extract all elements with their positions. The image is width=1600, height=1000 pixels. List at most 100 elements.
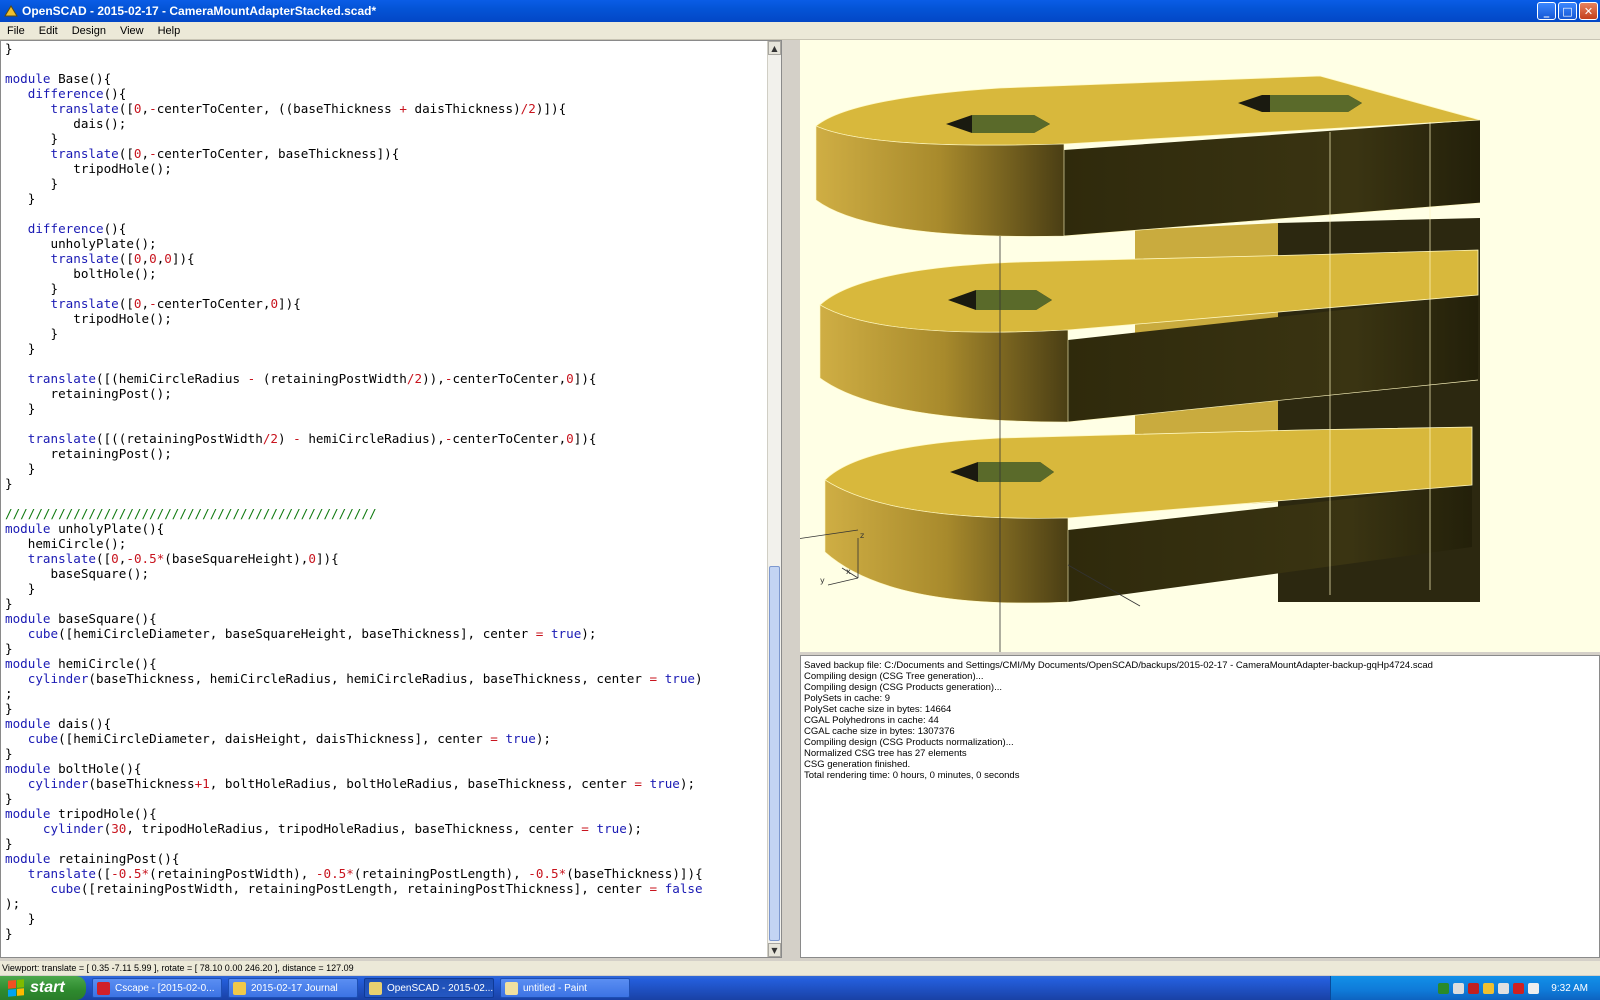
layer-top <box>815 75 1481 237</box>
taskbar-button-label: untitled - Paint <box>523 982 587 994</box>
3d-viewport[interactable]: z y x <box>800 40 1600 652</box>
axis-label-y: y <box>820 576 825 585</box>
code-line[interactable]: unholyPlate(); <box>5 236 771 251</box>
code-line[interactable]: module boltHole(){ <box>5 761 771 776</box>
menu-edit[interactable]: Edit <box>32 25 65 37</box>
code-text[interactable]: } module Base(){ difference(){ translate(… <box>5 41 771 941</box>
minimize-button[interactable]: _ <box>1537 2 1556 20</box>
console-panel[interactable]: Saved backup file: C:/Documents and Sett… <box>800 655 1600 958</box>
editor-scrollbar[interactable]: ▲ ▼ <box>767 41 781 957</box>
code-line[interactable]: module hemiCircle(){ <box>5 656 771 671</box>
axis-label-x: x <box>846 567 851 576</box>
code-line[interactable]: } <box>5 701 771 716</box>
close-icon: ✕ <box>1583 4 1594 18</box>
code-line[interactable] <box>5 491 771 506</box>
code-line[interactable]: ; <box>5 686 771 701</box>
console-line: Compiling design (CSG Tree generation)..… <box>804 671 984 682</box>
code-line[interactable]: module dais(){ <box>5 716 771 731</box>
taskbar-button[interactable]: 2015-02-17 Journal <box>228 978 358 998</box>
code-line[interactable]: translate([0,-centerToCenter,0]){ <box>5 296 771 311</box>
code-line[interactable]: } <box>5 476 771 491</box>
title-bar[interactable]: OpenSCAD - 2015-02-17 - CameraMountAdapt… <box>0 0 1600 22</box>
code-line[interactable]: cylinder(baseThickness+1, boltHoleRadius… <box>5 776 771 791</box>
volume-icon[interactable] <box>1528 982 1540 994</box>
scroll-up-arrow-icon[interactable]: ▲ <box>768 41 781 55</box>
code-line[interactable]: baseSquare(); <box>5 566 771 581</box>
code-line[interactable]: ////////////////////////////////////////… <box>5 506 771 521</box>
code-line[interactable]: module retainingPost(){ <box>5 851 771 866</box>
code-line[interactable]: tripodHole(); <box>5 311 771 326</box>
menu-view[interactable]: View <box>113 25 151 37</box>
scroll-down-arrow-icon[interactable]: ▼ <box>768 943 781 957</box>
code-line[interactable]: translate([0,-centerToCenter, ((baseThic… <box>5 101 771 116</box>
console-line: Compiling design (CSG Products normaliza… <box>804 737 1014 748</box>
code-line[interactable]: module baseSquare(){ <box>5 611 771 626</box>
code-line[interactable]: } <box>5 41 771 56</box>
code-line[interactable]: } <box>5 746 771 761</box>
code-line[interactable] <box>5 56 771 71</box>
maximize-button[interactable]: □ <box>1558 2 1577 20</box>
code-line[interactable]: translate([(hemiCircleRadius - (retainin… <box>5 371 771 386</box>
code-line[interactable]: module unholyPlate(){ <box>5 521 771 536</box>
code-line[interactable]: } <box>5 191 771 206</box>
code-line[interactable]: } <box>5 596 771 611</box>
menu-design[interactable]: Design <box>65 25 113 37</box>
pane-splitter[interactable] <box>782 40 800 958</box>
code-line[interactable]: translate([0,-0.5*(baseSquareHeight),0])… <box>5 551 771 566</box>
code-line[interactable]: hemiCircle(); <box>5 536 771 551</box>
scrollbar-thumb[interactable] <box>769 566 780 941</box>
taskbar-button[interactable]: untitled - Paint <box>500 978 630 998</box>
code-line[interactable]: } <box>5 176 771 191</box>
console-line: Compiling design (CSG Products generatio… <box>804 682 1003 693</box>
menu-file[interactable]: File <box>0 25 32 37</box>
menu-help[interactable]: Help <box>151 25 188 37</box>
code-line[interactable]: difference(){ <box>5 221 771 236</box>
tray-icon-2[interactable] <box>1453 982 1465 994</box>
code-line[interactable]: boltHole(); <box>5 266 771 281</box>
cscape-icon <box>97 981 110 995</box>
code-editor[interactable]: } module Base(){ difference(){ translate(… <box>0 40 782 958</box>
security-icon[interactable] <box>1513 982 1525 994</box>
code-line[interactable]: cube([hemiCircleDiameter, baseSquareHeig… <box>5 626 771 641</box>
code-line[interactable] <box>5 356 771 371</box>
code-line[interactable]: translate([0,-centerToCenter, baseThickn… <box>5 146 771 161</box>
code-line[interactable]: cylinder(baseThickness, hemiCircleRadius… <box>5 671 771 686</box>
code-line[interactable]: } <box>5 791 771 806</box>
network-icon[interactable] <box>1498 982 1510 994</box>
code-line[interactable]: difference(){ <box>5 86 771 101</box>
code-line[interactable] <box>5 206 771 221</box>
code-line[interactable]: } <box>5 401 771 416</box>
code-line[interactable]: } <box>5 326 771 341</box>
tray-icon-3[interactable] <box>1468 982 1480 994</box>
code-line[interactable]: } <box>5 836 771 851</box>
code-line[interactable]: tripodHole(); <box>5 161 771 176</box>
code-line[interactable]: translate([0,0,0]){ <box>5 251 771 266</box>
tray-icon-1[interactable] <box>1438 982 1450 994</box>
code-line[interactable]: } <box>5 581 771 596</box>
code-line[interactable]: } <box>5 131 771 146</box>
code-line[interactable]: cube([hemiCircleDiameter, daisHeight, da… <box>5 731 771 746</box>
code-line[interactable]: module Base(){ <box>5 71 771 86</box>
code-line[interactable]: } <box>5 641 771 656</box>
start-button[interactable]: start <box>0 976 86 1000</box>
code-line[interactable]: } <box>5 926 771 941</box>
clock: 9:32 AM <box>1551 982 1588 994</box>
code-line[interactable]: } <box>5 911 771 926</box>
code-line[interactable]: } <box>5 281 771 296</box>
code-line[interactable] <box>5 416 771 431</box>
code-line[interactable]: cube([retainingPostWidth, retainingPostL… <box>5 881 771 896</box>
taskbar-button[interactable]: Cscape - [2015-02-0... <box>92 978 222 998</box>
tray-icon-4[interactable] <box>1483 982 1495 994</box>
close-button[interactable]: ✕ <box>1579 2 1598 20</box>
code-line[interactable]: cylinder(30, tripodHoleRadius, tripodHol… <box>5 821 771 836</box>
code-line[interactable]: retainingPost(); <box>5 446 771 461</box>
taskbar-button[interactable]: OpenSCAD - 2015-02... <box>364 978 494 998</box>
code-line[interactable]: dais(); <box>5 116 771 131</box>
code-line[interactable]: translate([-0.5*(retainingPostWidth), -0… <box>5 866 771 881</box>
code-line[interactable]: retainingPost(); <box>5 386 771 401</box>
code-line[interactable]: } <box>5 341 771 356</box>
code-line[interactable]: ); <box>5 896 771 911</box>
code-line[interactable]: module tripodHole(){ <box>5 806 771 821</box>
code-line[interactable]: } <box>5 461 771 476</box>
code-line[interactable]: translate([((retainingPostWidth/2) - hem… <box>5 431 771 446</box>
